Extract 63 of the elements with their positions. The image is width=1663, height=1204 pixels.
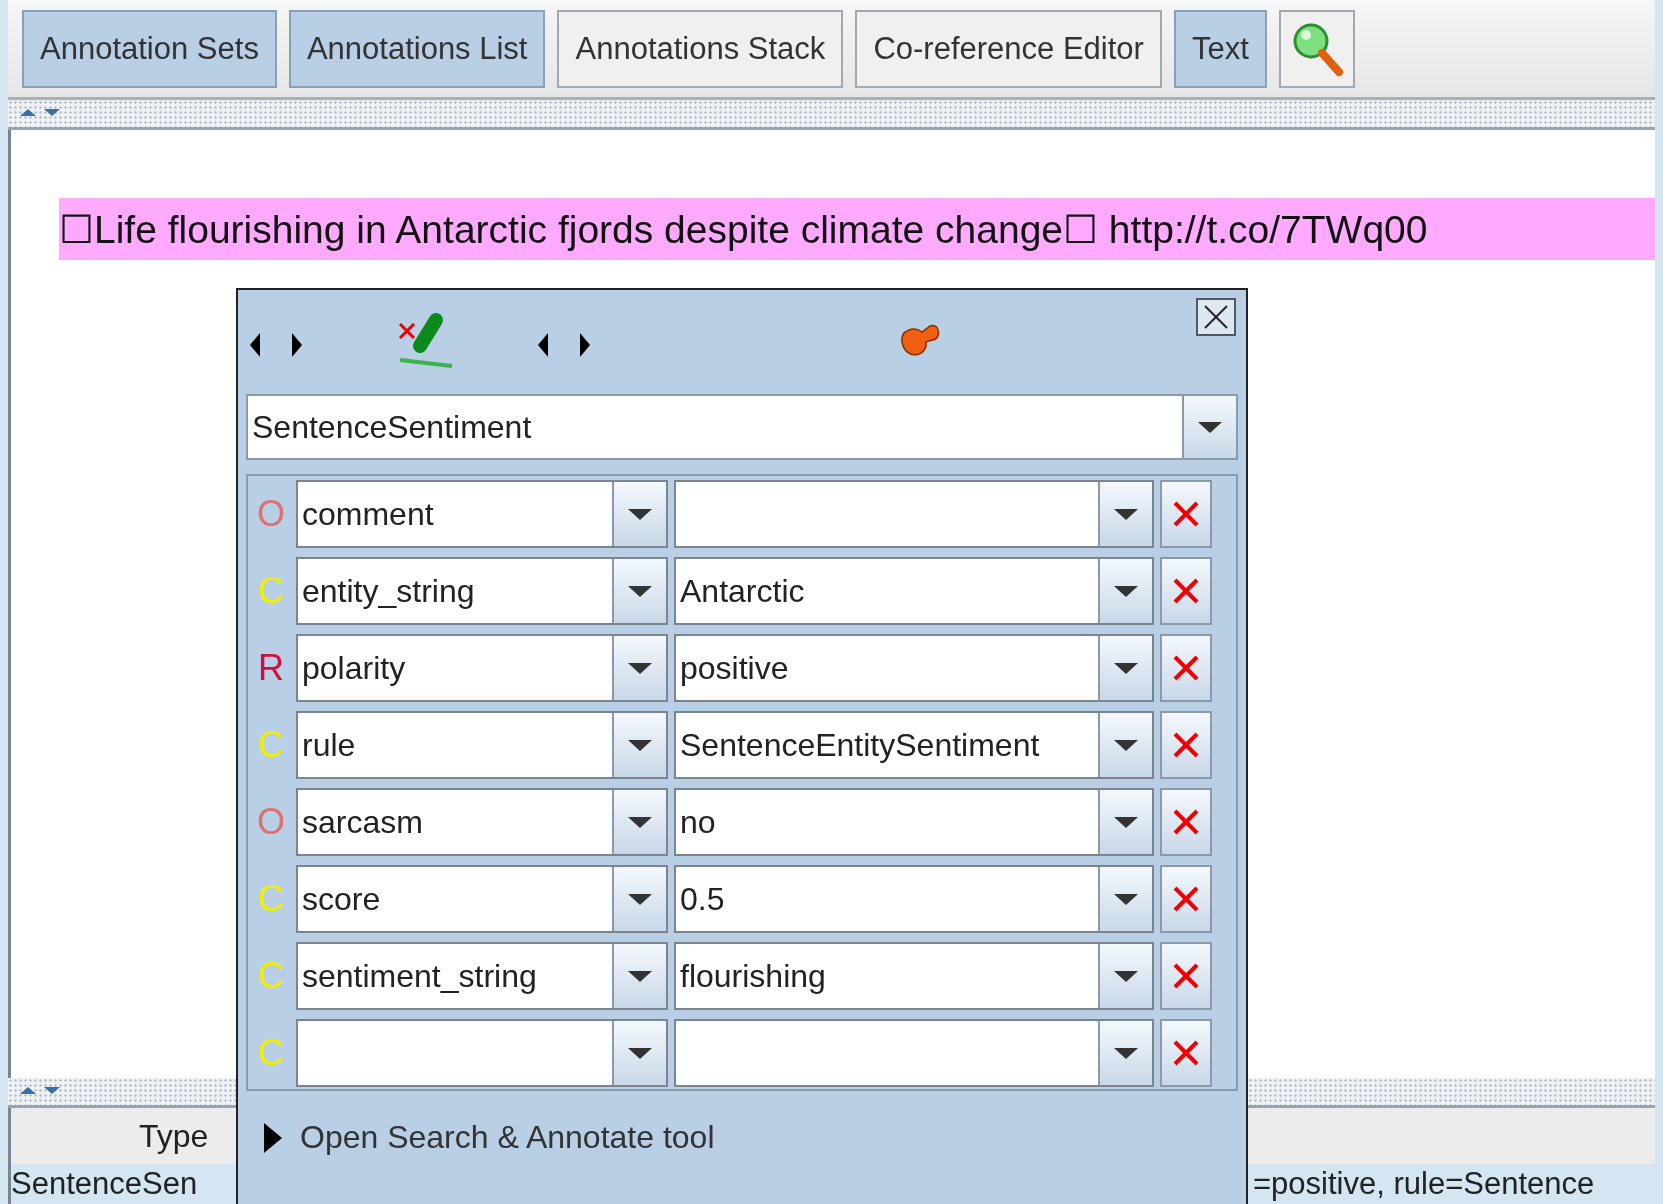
search-button[interactable] (1278, 9, 1355, 88)
feature-marker: C (257, 1031, 285, 1075)
feature-name-dropdown[interactable] (296, 1019, 668, 1087)
feature-value-dropdown[interactable]: Antarctic (674, 557, 1154, 625)
feature-name-dropdown[interactable]: comment (296, 480, 668, 548)
caret-icon (1112, 1046, 1140, 1060)
view-toggle-button[interactable]: Text (1173, 9, 1267, 88)
caret-icon (1112, 661, 1140, 675)
delete-feature-button[interactable] (1160, 1019, 1212, 1087)
caret-icon (626, 584, 654, 598)
caret-icon (1196, 420, 1224, 434)
caret-icon (1112, 507, 1140, 521)
delete-feature-button[interactable] (1160, 711, 1212, 779)
feature-value-dropdown[interactable]: SentenceEntitySentiment (674, 711, 1154, 779)
annotation-type-dropdown[interactable]: SentenceSentiment (246, 394, 1238, 460)
expand-triangle-icon (262, 1120, 284, 1155)
view-toggle-button[interactable]: Annotation Sets (22, 9, 277, 88)
feature-value-dropdown[interactable]: 0.5 (674, 865, 1154, 933)
view-toggle-button[interactable]: Co-reference Editor (855, 9, 1162, 88)
feature-marker: O (256, 800, 286, 844)
feature-marker: C (257, 569, 285, 613)
close-button[interactable] (1196, 298, 1236, 336)
delete-feature-button[interactable] (1160, 557, 1212, 625)
delete-feature-button[interactable] (1160, 865, 1212, 933)
caret-icon (1112, 738, 1140, 752)
caret-icon (626, 661, 654, 675)
caret-icon (626, 892, 654, 906)
feature-marker: C (257, 723, 285, 767)
caret-icon (626, 507, 654, 521)
caret-icon (626, 738, 654, 752)
feature-marker: C (257, 954, 285, 998)
table-cell-text: SentenceSen (11, 1166, 199, 1202)
feature-name-dropdown[interactable]: rule (296, 711, 668, 779)
feature-value-dropdown[interactable]: no (674, 788, 1154, 856)
delete-feature-button[interactable] (1160, 942, 1212, 1010)
caret-icon (1112, 892, 1140, 906)
caret-icon (626, 815, 654, 829)
feature-name-dropdown[interactable]: sarcasm (296, 788, 668, 856)
view-toggle-button[interactable]: Annotations Stack (557, 9, 844, 88)
document-text: ☐Life flourishing in Antarctic fjords despite climate change☐ http://t.co/7TWq00 (59, 206, 1428, 252)
feature-name-dropdown[interactable]: score (296, 865, 668, 933)
caret-icon (1112, 815, 1140, 829)
caret-icon (626, 969, 654, 983)
feature-value-dropdown[interactable]: flourishing (674, 942, 1154, 1010)
table-cell: =positive, rule=Sentence (1253, 1166, 1595, 1202)
delete-feature-button[interactable] (1160, 634, 1212, 702)
feature-value-dropdown[interactable]: positive (674, 634, 1154, 702)
delete-feature-button[interactable] (1160, 788, 1212, 856)
feature-name-dropdown[interactable]: sentiment_string (296, 942, 668, 1010)
search-annotate-toggle[interactable]: Open Search & Annotate tool (262, 1119, 1238, 1156)
feature-value-dropdown[interactable] (674, 480, 1154, 548)
feature-name-dropdown[interactable]: polarity (296, 634, 668, 702)
caret-icon (626, 1046, 654, 1060)
delete-feature-button[interactable] (1160, 480, 1212, 548)
feature-marker: R (257, 646, 285, 690)
feature-name-dropdown[interactable]: entity_string (296, 557, 668, 625)
feature-marker: O (256, 492, 286, 536)
feature-marker: C (257, 877, 285, 921)
column-header[interactable]: Type (139, 1117, 209, 1155)
view-toggle-button[interactable]: Annotations List (288, 9, 546, 88)
caret-icon (1112, 969, 1140, 983)
caret-icon (1112, 584, 1140, 598)
feature-value-dropdown[interactable] (674, 1019, 1154, 1087)
